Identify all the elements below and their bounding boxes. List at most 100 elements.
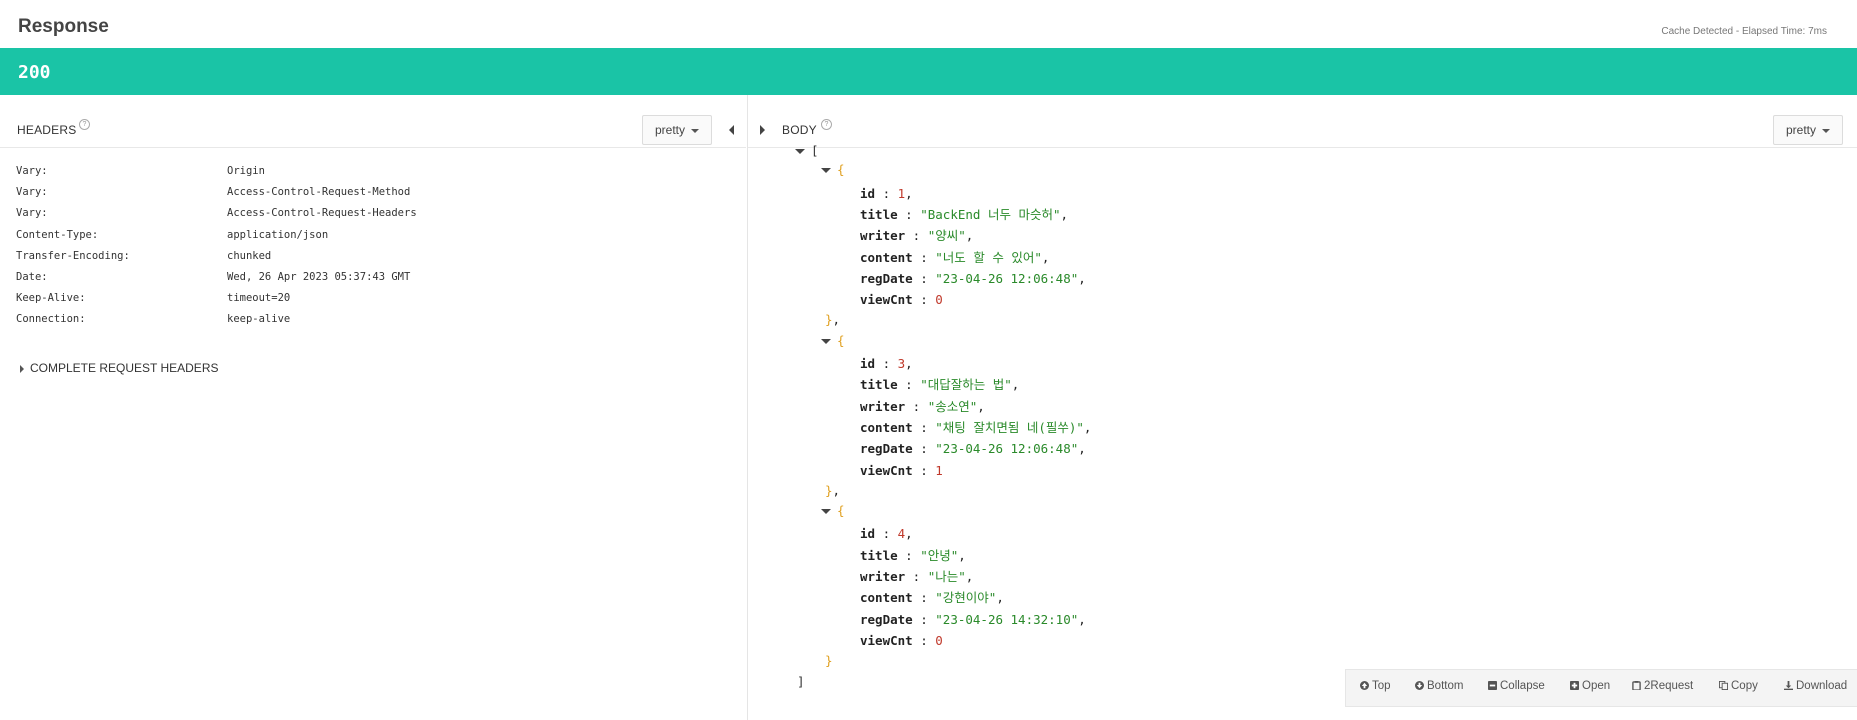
caret-down-icon[interactable]: [821, 338, 831, 344]
json-value: "송소연": [927, 398, 978, 414]
caret-down-icon[interactable]: [821, 168, 831, 174]
copy-icon: [1719, 681, 1728, 690]
status-bar: 200: [0, 48, 1857, 95]
body-label: BODY: [782, 123, 817, 137]
json-key: content: [860, 590, 913, 606]
json-entry: writer : "양씨",: [860, 226, 973, 246]
copy-label: Copy: [1731, 680, 1758, 692]
json-colon: :: [875, 185, 898, 201]
complete-request-headers-toggle[interactable]: COMPLETE REQUEST HEADERS: [20, 361, 218, 375]
body-format-dropdown[interactable]: pretty: [1773, 115, 1844, 145]
json-comma: ,: [965, 228, 974, 244]
complete-request-label: COMPLETE REQUEST HEADERS: [30, 361, 219, 375]
headers-format-dropdown[interactable]: pretty: [642, 115, 713, 145]
json-comma: ,: [996, 590, 1004, 606]
expand-right-icon[interactable]: [760, 125, 765, 135]
open-button[interactable]: Open: [1570, 680, 1610, 692]
caret-down-icon[interactable]: [795, 149, 805, 154]
json-comma: ,: [1078, 441, 1086, 457]
json-value: "나는": [927, 569, 966, 584]
json-comma: ,: [905, 185, 913, 201]
headers-panel-header: HEADERS ? pretty: [0, 95, 746, 148]
header-name: Vary:: [16, 207, 48, 220]
json-comma: ,: [1041, 249, 1050, 265]
caret-down-icon[interactable]: [821, 509, 831, 515]
json-colon: :: [905, 569, 928, 584]
json-entry: id : 1,: [860, 184, 913, 204]
collapse-label: Collapse: [1500, 680, 1545, 692]
json-colon: :: [912, 292, 936, 308]
json-key: content: [860, 249, 913, 265]
header-value: application/json: [227, 228, 329, 241]
help-icon[interactable]: ?: [821, 119, 832, 130]
header-value: timeout=20: [227, 292, 291, 305]
json-entry: content : "너도 할 수 있어",: [860, 248, 1049, 268]
bracket: [: [811, 143, 819, 158]
header-name: Transfer-Encoding:: [16, 249, 130, 262]
json-entry: writer : "나는",: [860, 567, 973, 587]
json-comma: ,: [977, 398, 985, 414]
json-object-open: {: [821, 501, 845, 521]
arrow-down-circle-icon: [1415, 681, 1424, 690]
json-value: "23-04-26 12:06:48": [935, 441, 1079, 457]
copy-button[interactable]: Copy: [1719, 680, 1758, 692]
chevron-down-icon: [691, 128, 700, 133]
cache-info: Cache Detected - Elapsed Time: 7ms: [1661, 26, 1827, 37]
json-object-close: }: [825, 651, 833, 671]
json-key: title: [860, 206, 898, 222]
json-key: writer: [860, 228, 906, 244]
json-entry: id : 3,: [860, 354, 913, 374]
download-button[interactable]: Download: [1784, 680, 1847, 692]
json-colon: :: [875, 356, 898, 371]
json-colon: :: [905, 398, 928, 414]
json-value: "23-04-26 14:32:10": [935, 611, 1079, 627]
json-value: "너도 할 수 있어": [935, 249, 1042, 265]
header-name: Keep-Alive:: [16, 292, 86, 305]
body-panel-header: BODY ? pretty: [748, 95, 1857, 148]
download-icon: [1784, 681, 1793, 690]
collapse-button[interactable]: Collapse: [1488, 680, 1545, 692]
json-colon: :: [875, 526, 898, 542]
json-colon: :: [912, 419, 936, 435]
headers-panel: HEADERS ? pretty Vary: Origin Vary: Access-…: [0, 95, 746, 720]
arrow-up-circle-icon: [1360, 681, 1369, 690]
request-button[interactable]: 2Request: [1632, 680, 1693, 692]
json-comma: ,: [1078, 611, 1086, 627]
top-button[interactable]: Top: [1360, 680, 1391, 692]
json-colon: :: [912, 462, 936, 478]
json-object-open: {: [821, 160, 845, 180]
json-entry: id : 4,: [860, 524, 913, 544]
json-key: viewCnt: [860, 632, 913, 648]
json-entry: viewCnt : 0: [860, 290, 943, 310]
clipboard-icon: [1632, 681, 1641, 690]
json-value: "23-04-26 12:06:48": [935, 270, 1079, 286]
format-label: pretty: [1786, 123, 1817, 137]
bottom-button[interactable]: Bottom: [1415, 680, 1463, 692]
brace: {: [837, 162, 845, 178]
json-value: "강현이야": [935, 590, 997, 606]
download-label: Download: [1796, 680, 1848, 692]
json-key: content: [860, 419, 913, 435]
json-colon: :: [905, 228, 928, 244]
json-colon: :: [912, 632, 936, 648]
json-comma: ,: [832, 482, 841, 498]
brace: }: [825, 482, 833, 498]
json-comma: ,: [958, 547, 966, 563]
brace: }: [825, 312, 833, 328]
response-header: Response Cache Detected - Elapsed Time: …: [0, 0, 1857, 48]
brace: }: [825, 653, 833, 669]
json-colon: :: [897, 206, 921, 222]
format-label: pretty: [655, 123, 686, 137]
help-icon[interactable]: ?: [79, 119, 90, 130]
json-colon: :: [912, 249, 936, 265]
json-entry: regDate : "23-04-26 14:32:10",: [860, 610, 1086, 630]
collapse-left-icon[interactable]: [729, 125, 734, 135]
header-name: Vary:: [16, 165, 48, 177]
json-colon: :: [912, 590, 936, 606]
json-entry: content : "채팅 잘치면됨 네(필쑤)",: [860, 418, 1091, 438]
json-key: id: [860, 356, 876, 371]
json-colon: :: [897, 547, 921, 563]
json-value: "양씨": [927, 228, 966, 244]
json-colon: :: [912, 441, 936, 457]
header-value: Access-Control-Request-Headers: [227, 207, 417, 220]
